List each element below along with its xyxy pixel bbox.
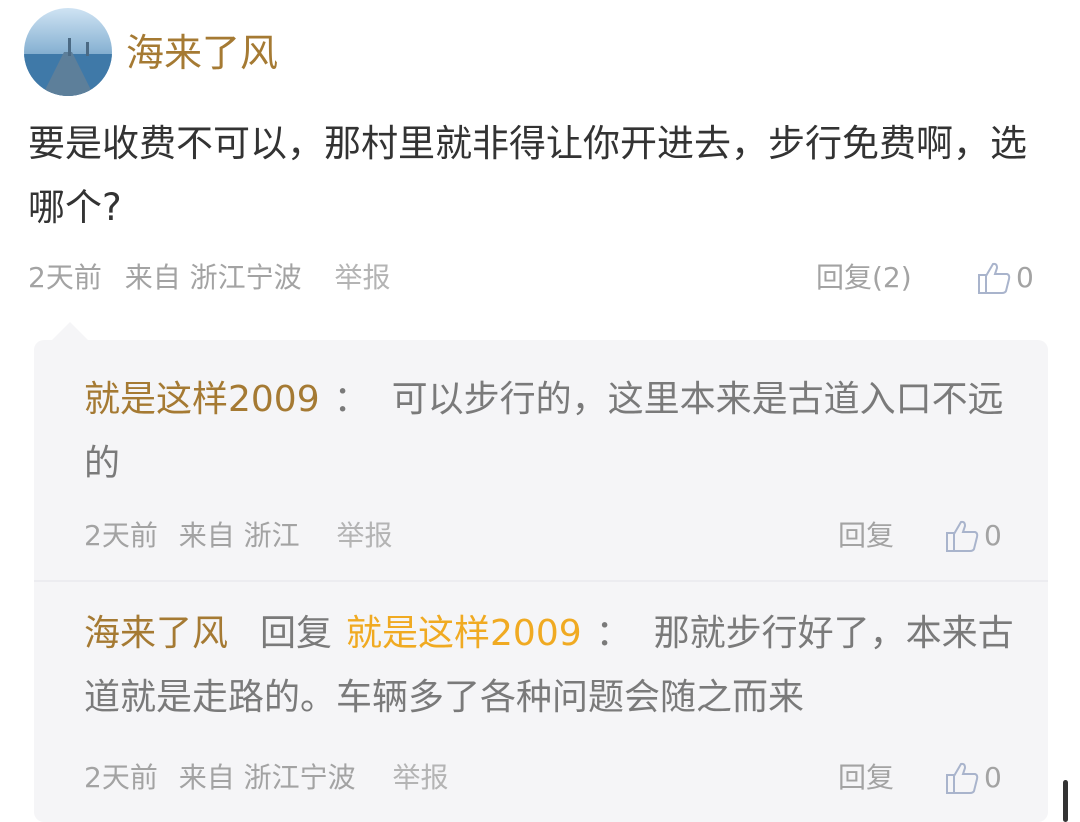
list-item: 就是这样2009：可以步行的，这里本来是古道入口不远的 2天前 来自 浙江 举报… (34, 340, 1048, 580)
reply-box-pointer (52, 322, 88, 340)
reply-location: 来自 浙江宁波 (178, 761, 356, 794)
thumbs-up-icon (978, 262, 1011, 294)
like-count: 0 (1016, 261, 1034, 294)
thumbs-up-icon (946, 762, 979, 794)
reply-colon: ： (333, 379, 370, 420)
like-button[interactable]: 0 (976, 258, 1034, 298)
reply-button[interactable]: 回复 (838, 758, 894, 798)
reply-author[interactable]: 海来了风 (84, 613, 228, 654)
reply-button[interactable]: 回复(2) (816, 258, 912, 298)
reply-location: 来自 浙江 (178, 519, 300, 552)
reply-to-user[interactable]: 就是这样2009 (346, 613, 582, 654)
post-username[interactable]: 海来了风 (126, 28, 278, 78)
like-count: 0 (984, 519, 1002, 552)
post-time: 2天前 (28, 261, 102, 294)
reply-content: 海来了风 回复 就是这样2009：那就步行好了，本来古道就是走路的。车辆多了各种问题… (84, 602, 1024, 730)
post-location: 来自 浙江宁波 (124, 261, 302, 294)
post-meta: 2天前 来自 浙江宁波 举报 回复(2) 0 (28, 258, 1052, 298)
reply-box: 就是这样2009：可以步行的，这里本来是古道入口不远的 2天前 来自 浙江 举报… (34, 340, 1048, 822)
thumbs-up-icon (946, 520, 979, 552)
like-count: 0 (984, 761, 1002, 794)
report-link[interactable]: 举报 (335, 261, 391, 294)
scrollbar[interactable] (1063, 780, 1068, 822)
like-button[interactable]: 0 (944, 516, 1002, 556)
user-avatar[interactable] (24, 8, 112, 96)
post-text: 要是收费不可以，那村里就非得让你开进去，步行免费啊，选哪个? (28, 122, 1027, 229)
reply-meta: 2天前 来自 浙江宁波 举报 回复 0 (84, 758, 1024, 798)
reply-colon: ： (595, 613, 632, 654)
reply-author[interactable]: 就是这样2009 (84, 379, 320, 420)
reply-time: 2天前 (84, 761, 158, 794)
reply-meta: 2天前 来自 浙江 举报 回复 0 (84, 516, 1024, 556)
report-link[interactable]: 举报 (337, 519, 393, 552)
list-item: 海来了风 回复 就是这样2009：那就步行好了，本来古道就是走路的。车辆多了各种问题… (34, 580, 1048, 822)
report-link[interactable]: 举报 (393, 761, 449, 794)
like-button[interactable]: 0 (944, 758, 1002, 798)
reply-to-label: 回复 (260, 613, 333, 654)
reply-button[interactable]: 回复 (838, 516, 894, 556)
pier-sea-avatar (24, 8, 112, 96)
reply-content: 就是这样2009：可以步行的，这里本来是古道入口不远的 (84, 368, 1024, 496)
reply-time: 2天前 (84, 519, 158, 552)
